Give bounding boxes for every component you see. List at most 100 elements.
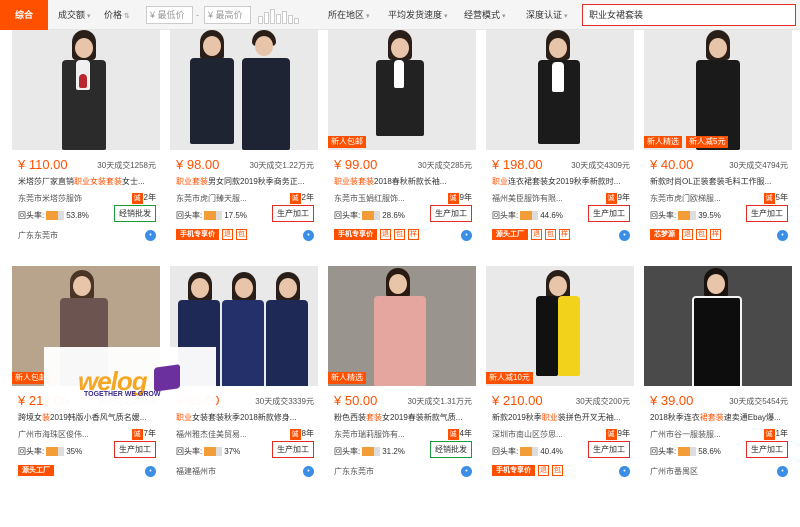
search-input[interactable]: 职业女裙套装 — [582, 4, 796, 26]
product-title[interactable]: 新款时尚OL正装套装毛料工作服... — [650, 176, 790, 187]
chevron-down-icon: ▾ — [444, 13, 448, 20]
shop-name[interactable]: 东莞市虎门欧梯服... — [650, 193, 758, 204]
photo-promo-tag: 新人包邮 — [328, 136, 366, 148]
shop-name[interactable]: 东莞市米塔莎服饰 — [18, 193, 126, 204]
rate-value: 37% — [224, 447, 241, 456]
people-icon — [46, 447, 65, 457]
photo-promo-tag: 新人减10元 — [486, 372, 533, 384]
product-card[interactable]: ¥ 39.00 30天成交5454元 2018秋季连衣裙套装速卖通Ebay爆..… — [644, 266, 792, 488]
biz-mode-label: 经营模式 — [464, 10, 501, 20]
chat-icon[interactable]: • — [619, 230, 630, 241]
chat-icon[interactable]: • — [777, 466, 788, 477]
service-icon: 包 — [696, 228, 707, 240]
shop-name[interactable]: 广州市谷一服装服... — [650, 429, 758, 440]
sort-price-tab[interactable]: 价格 ⇅ — [100, 5, 134, 25]
product-title[interactable]: 2018秋季连衣裙套装速卖通Ebay爆... — [650, 412, 790, 423]
chat-icon[interactable]: • — [303, 230, 314, 241]
biz-type-badge: 经销批发 — [114, 205, 156, 222]
product-title[interactable]: 职业连衣裙套装女2019秋季新款时... — [492, 176, 632, 187]
biz-mode-dropdown[interactable]: 经营模式 ▾ — [460, 5, 510, 25]
product-card[interactable]: ¥ 198.00 30天成交4309元 职业连衣裙套装女2019秋季新款时...… — [486, 30, 634, 252]
product-photo[interactable]: 新人精选 新人减5元 — [644, 30, 792, 150]
chat-icon[interactable]: • — [461, 466, 472, 477]
ship-speed-dropdown[interactable]: 平均发货速度 ▾ — [384, 5, 452, 25]
shop-name[interactable]: 福州美臣服饰有限... — [492, 193, 600, 204]
chat-icon[interactable]: • — [303, 466, 314, 477]
repurchase-rate: 回头率: 58.6% — [650, 446, 721, 457]
shop-name[interactable]: 深圳市南山区莎思... — [492, 429, 600, 440]
chat-icon[interactable]: • — [145, 466, 156, 477]
repurchase-rate: 回头率: 31.2% — [334, 446, 405, 457]
product-photo[interactable] — [486, 30, 634, 150]
product-photo[interactable]: 新人精选 — [328, 266, 476, 386]
product-title[interactable]: 新款2019秋季职业装拼色开叉无袖... — [492, 412, 632, 423]
shop-name[interactable]: 东莞市玉娟红服饰... — [334, 193, 442, 204]
promo-tag: 芯梦源 — [650, 228, 679, 240]
trust-badge-icon: 诚 — [289, 193, 301, 204]
product-photo[interactable] — [12, 30, 160, 150]
people-icon — [204, 447, 223, 457]
shop-name[interactable]: 福州雅杰佳美贸易... — [176, 429, 284, 440]
sort-default-tab[interactable]: 综合 — [0, 0, 48, 30]
product-title[interactable]: 职业装套装2018春秋新款长袖... — [334, 176, 474, 187]
price-min-input[interactable]: ¥ 最低价 — [146, 6, 193, 24]
rate-label: 回头率: — [650, 211, 677, 220]
trust-badge-icon: 诚 — [447, 193, 459, 204]
chat-icon[interactable]: • — [145, 230, 156, 241]
monthly-sales: 30天成交1.22万元 — [249, 161, 314, 170]
region-dropdown[interactable]: 所在地区 ▾ — [324, 5, 374, 25]
rate-value: 53.8% — [66, 211, 89, 220]
sort-volume-tab[interactable]: 成交额 ▾ — [54, 5, 95, 25]
monthly-sales: 30天成交200元 — [575, 397, 630, 406]
title-text: 女2019春装新款气质... — [382, 413, 463, 422]
location: 福建福州市 — [176, 467, 216, 476]
shop-name[interactable]: 广州市海珠区俊伟... — [18, 429, 126, 440]
repurchase-rate: 回头率: 40.4% — [492, 446, 563, 457]
chat-icon[interactable]: • — [619, 466, 630, 477]
product-photo[interactable]: 新人减10元 — [486, 266, 634, 386]
title-text: 女士... — [122, 177, 145, 186]
product-title[interactable]: 跨境女装2019韩版小香风气质名媛... — [18, 412, 158, 423]
product-photo[interactable]: 新人包邮 — [328, 30, 476, 150]
chat-icon[interactable]: • — [777, 230, 788, 241]
promo-tag: 源头工厂 — [18, 464, 54, 476]
price-distribution-icon[interactable] — [258, 6, 306, 24]
rate-value: 31.2% — [382, 447, 405, 456]
shop-years: 诚 9年 — [605, 192, 630, 204]
watermark-tagline: TOGETHER WE GROW — [84, 391, 161, 398]
people-icon — [204, 211, 223, 221]
title-highlight: 职业套装 — [176, 177, 208, 186]
product-photo[interactable] — [644, 266, 792, 386]
shop-years: 诚 8年 — [289, 428, 314, 440]
product-title[interactable]: 米塔莎厂家直销职业女装套装女士... — [18, 176, 158, 187]
product-card[interactable]: 新人精选 新人减5元 ¥ 40.00 30天成交4794元 新款时尚OL正装套装… — [644, 30, 792, 252]
product-title[interactable]: 职业套装男女同款2019秋季商务正... — [176, 176, 316, 187]
location: 广东东莞市 — [334, 467, 374, 476]
title-text: 跨境女 — [18, 413, 42, 422]
shop-name[interactable]: 东莞市虎门臻天服... — [176, 193, 284, 204]
rate-value: 39.5% — [698, 211, 721, 220]
product-title[interactable]: 职业女装套装秋季2018新款修身... — [176, 412, 316, 423]
product-title[interactable]: 粉色西装套装女2019春装新款气质... — [334, 412, 474, 423]
product-card[interactable]: ¥ 98.00 30天成交1.22万元 职业套装男女同款2019秋季商务正...… — [170, 30, 318, 252]
product-card[interactable]: 新人减10元 ¥ 210.00 30天成交200元 新款2019秋季职业装拼色开… — [486, 266, 634, 488]
chat-icon[interactable]: • — [461, 230, 472, 241]
repurchase-rate: 回头率: 35% — [18, 446, 82, 457]
product-card[interactable]: ¥ 110.00 30天成交1258元 米塔莎厂家直销职业女装套装女士... 东… — [12, 30, 160, 252]
rate-label: 回头率: — [176, 447, 203, 456]
trust-badge-icon: 诚 — [605, 193, 617, 204]
repurchase-rate: 回头率: 53.8% — [18, 210, 89, 221]
shop-name[interactable]: 东莞市瑞莉服饰有... — [334, 429, 442, 440]
product-card[interactable]: 新人包邮 ¥ 99.00 30天成交285元 职业装套装2018春秋新款长袖..… — [328, 30, 476, 252]
certified-dropdown[interactable]: 深度认证 ▾ — [522, 5, 572, 25]
title-highlight: 职业 — [541, 413, 558, 422]
service-icon: 退 — [682, 228, 693, 240]
trust-badge-icon: 诚 — [605, 429, 617, 440]
trust-badge-icon: 诚 — [131, 193, 143, 204]
monthly-sales: 30天成交285元 — [417, 161, 472, 170]
product-photo[interactable] — [170, 30, 318, 150]
product-card[interactable]: 新人精选 ¥ 50.00 30天成交1.31万元 粉色西装套装女2019春装新款… — [328, 266, 476, 488]
repurchase-rate: 回头率: 39.5% — [650, 210, 721, 221]
price-max-placeholder: 最高价 — [215, 10, 243, 20]
price-max-input[interactable]: ¥ 最高价 — [204, 6, 251, 24]
